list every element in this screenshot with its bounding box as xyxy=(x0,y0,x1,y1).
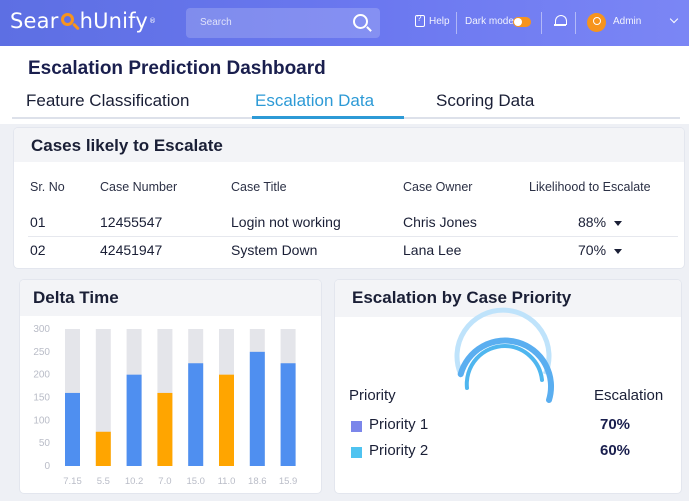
priority-column-label: Priority xyxy=(349,387,396,404)
priority-1-swatch xyxy=(351,421,362,432)
escalation-column-label: Escalation xyxy=(594,387,664,404)
priority-2-label: Priority 2 xyxy=(369,442,429,459)
gauge-outer-arc-fill xyxy=(457,337,554,403)
priority-2-swatch xyxy=(351,447,362,458)
priority-2-value: 60% xyxy=(600,442,631,459)
priority-1-label: Priority 1 xyxy=(369,416,429,433)
priority-1-value: 70% xyxy=(600,416,631,433)
priority-gauge xyxy=(454,307,554,403)
